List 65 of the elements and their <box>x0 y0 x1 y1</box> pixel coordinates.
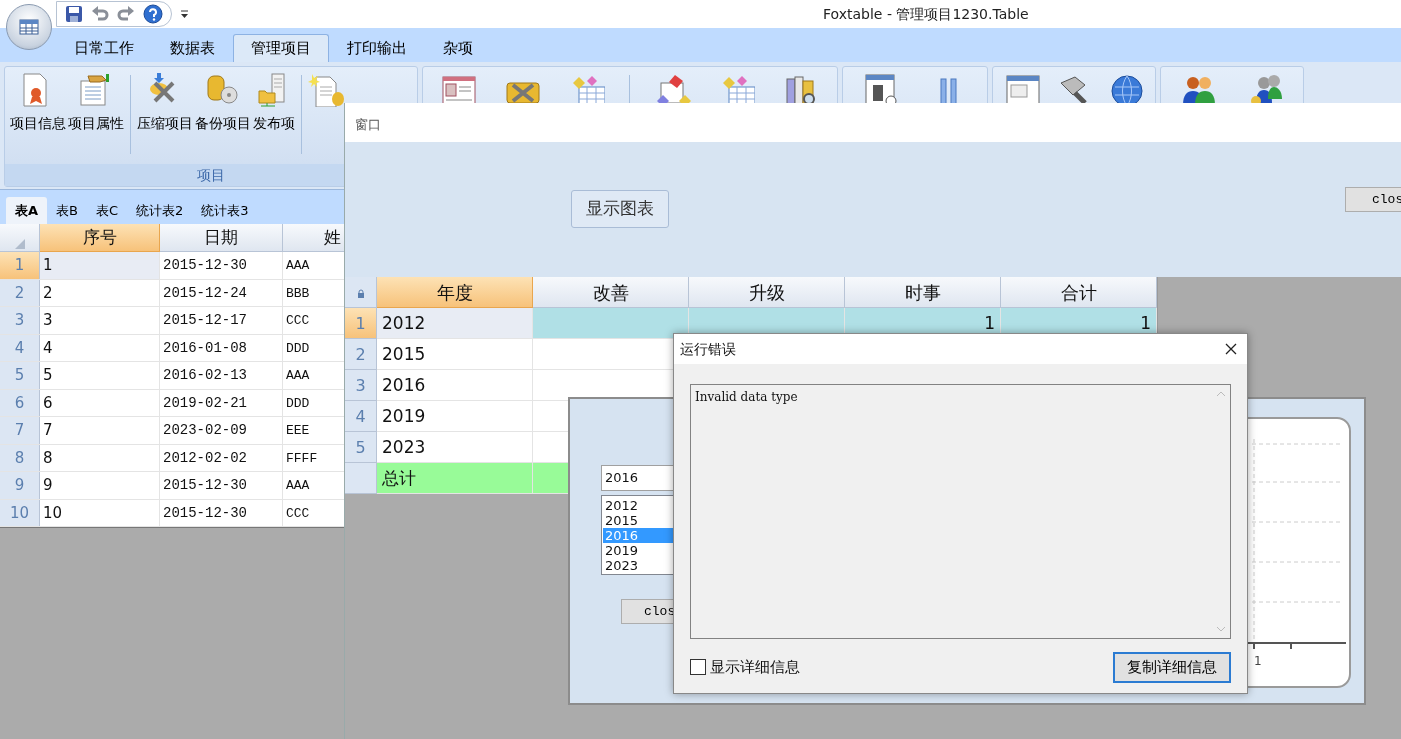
table-cell: 2019-02-21 <box>160 389 283 416</box>
sheet-tab[interactable]: 统计表2 <box>127 197 193 224</box>
ribbon-tab[interactable]: 管理项目 <box>233 34 329 62</box>
table-cell: 2015 <box>377 339 533 370</box>
table-cell: 2015-12-30 <box>160 499 283 526</box>
dropdown-icon[interactable] <box>180 9 189 19</box>
table-cell: 8 <box>40 444 160 471</box>
ribbon-tab[interactable]: 杂项 <box>425 34 491 62</box>
column-header[interactable]: 改善 <box>533 277 689 308</box>
axis-tick-label: 1 <box>1254 653 1262 670</box>
sheet-tab[interactable]: 表B <box>47 197 87 224</box>
ribbon-tab[interactable]: 数据表 <box>152 34 233 62</box>
checkbox-label: 显示详细信息 <box>710 657 800 678</box>
table-cell: 10 <box>40 499 160 526</box>
ribbon-button[interactable]: 发布项 <box>252 71 296 136</box>
ribbon-tab[interactable]: 打印输出 <box>329 34 425 62</box>
table-cell: 5 <box>40 362 160 389</box>
table-cell: 3 <box>40 307 160 334</box>
sheet-tab[interactable]: 表A <box>6 197 48 224</box>
table-cell: 2019 <box>377 401 533 432</box>
table-cell: 2016-01-08 <box>160 334 283 361</box>
copy-details-button[interactable]: 复制详细信息 <box>1113 652 1231 683</box>
redo-icon[interactable] <box>117 5 135 23</box>
dialog-title: 运行错误 <box>680 339 736 359</box>
table-icon <box>19 19 39 35</box>
error-message: Invalid data type <box>694 389 799 406</box>
table-cell: 2012 <box>377 308 533 339</box>
ribbon-button[interactable]: 项目属性 <box>67 71 125 136</box>
lock-icon <box>356 288 365 299</box>
column-header[interactable]: 日期 <box>160 224 283 252</box>
table-cell: 2015-12-24 <box>160 279 283 306</box>
table-cell: 2016-02-13 <box>160 362 283 389</box>
table-cell: 2023-02-09 <box>160 417 283 444</box>
table-cell: 总计 <box>377 463 533 494</box>
table-cell: 2 <box>40 279 160 306</box>
column-header[interactable]: 年度 <box>377 277 533 308</box>
table-cell: 1 <box>40 252 160 279</box>
table-cell: 7 <box>40 417 160 444</box>
table-cell: 4 <box>40 334 160 361</box>
close-icon[interactable] <box>1225 343 1237 355</box>
table-cell: 2016 <box>377 370 533 401</box>
column-header[interactable]: 姓 <box>283 224 344 252</box>
column-header[interactable]: 时事 <box>845 277 1001 308</box>
database-disc-icon[interactable] <box>205 73 241 107</box>
sheet-tab[interactable]: 表C <box>87 197 128 224</box>
table-cell: 6 <box>40 389 160 416</box>
table-cell: 2015-12-30 <box>160 472 283 499</box>
table-cell: 2015-12-17 <box>160 307 283 334</box>
column-header[interactable]: 合计 <box>1001 277 1157 308</box>
ribbon-button[interactable]: 项目信息 <box>9 71 67 136</box>
column-header[interactable]: 序号 <box>40 224 160 252</box>
ribbon-tab[interactable]: 日常工作 <box>56 34 152 62</box>
ribbon-button[interactable]: 备份项目 <box>194 71 252 136</box>
show-chart-button[interactable]: 显示图表 <box>571 190 669 228</box>
save-icon[interactable] <box>65 5 83 23</box>
window-title: Foxtable - 管理项目1230.Table <box>823 4 1029 24</box>
help-icon[interactable] <box>143 4 163 24</box>
column-header[interactable]: 升级 <box>689 277 845 308</box>
table-cell: 9 <box>40 472 160 499</box>
sheet-tab[interactable]: 统计表3 <box>192 197 258 224</box>
checkbox[interactable] <box>690 659 706 676</box>
table-cell: 2012-02-02 <box>160 444 283 471</box>
ribbon-button[interactable]: 压缩项目 <box>136 71 194 136</box>
undo-icon[interactable] <box>91 5 109 23</box>
table-cell: 2015-12-30 <box>160 252 283 279</box>
